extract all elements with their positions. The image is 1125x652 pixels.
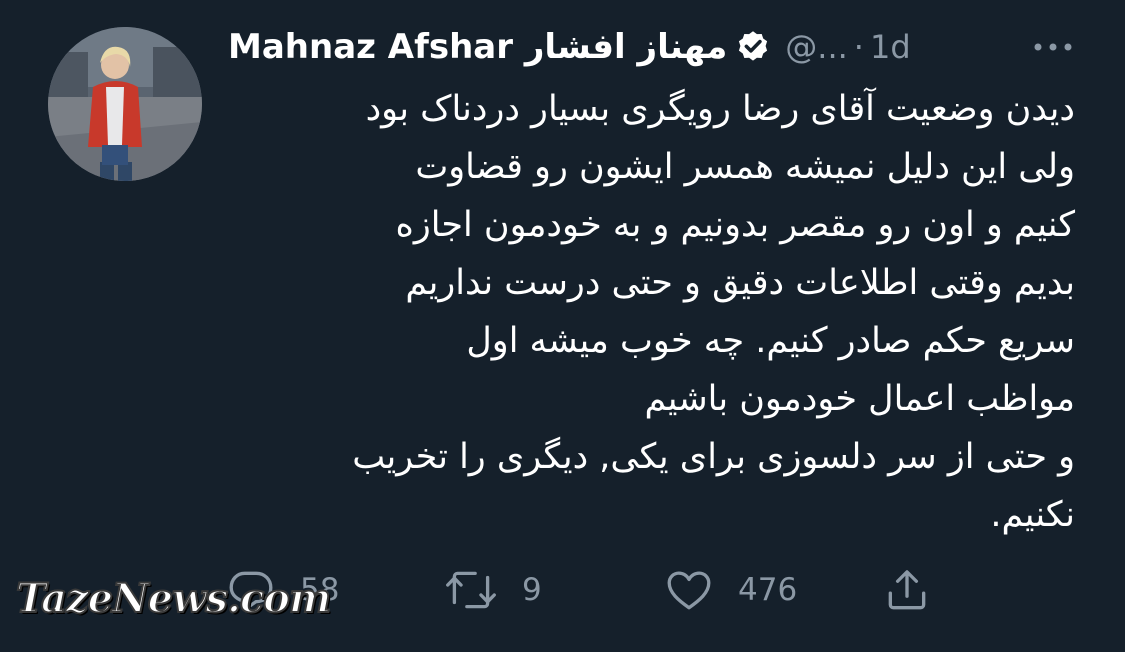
tweet-text-line: دیدن وضعیت آقای رضا رویگری بسیار دردناک … — [365, 89, 1075, 129]
share-icon — [882, 565, 932, 615]
tweet-text: دیدن وضعیت آقای رضا رویگری بسیار دردناک … — [235, 80, 1075, 544]
avatar[interactable] — [48, 27, 202, 181]
retweet-icon — [444, 565, 498, 615]
like-button[interactable]: 476 — [664, 560, 797, 620]
more-options-icon[interactable] — [1030, 30, 1076, 64]
handle[interactable]: @... — [785, 28, 848, 66]
separator-dot: · — [853, 28, 864, 66]
tweet-text-line: بدیم وقتی اطلاعات دقیق و حتی درست نداریم — [405, 263, 1075, 303]
timestamp[interactable]: 1d — [870, 28, 911, 66]
heart-icon — [664, 565, 714, 615]
tweet: Mahnaz Afshar مهناز افشار @... · 1d دیدن… — [0, 0, 1125, 652]
tweet-text-line: کنیم و اون رو مقصر بدونیم و به خودمون اج… — [395, 205, 1075, 245]
retweet-button[interactable]: 9 — [444, 560, 542, 620]
retweet-count: 9 — [522, 572, 542, 608]
tweet-text-line: مواظب اعمال خودمون باشیم — [644, 379, 1075, 419]
avatar-photo — [48, 27, 202, 181]
share-button[interactable] — [882, 560, 932, 620]
tweet-text-line: سریع حکم صادر کنیم. چه خوب میشه اول — [466, 321, 1075, 361]
tweet-text-line: نکنیم. — [990, 495, 1075, 535]
tweet-header: Mahnaz Afshar مهناز افشار @... · 1d — [228, 22, 911, 72]
like-count: 476 — [738, 572, 798, 608]
verified-badge-icon — [735, 29, 771, 65]
watermark-logo: TazeNews.com — [15, 574, 332, 623]
display-name[interactable]: Mahnaz Afshar مهناز افشار — [228, 27, 727, 67]
tweet-text-line: ولی این دلیل نمیشه همسر ایشون رو قضاوت — [415, 147, 1075, 187]
tweet-text-line: و حتی از سر دلسوزی برای یکی, دیگری را تخ… — [352, 437, 1075, 477]
